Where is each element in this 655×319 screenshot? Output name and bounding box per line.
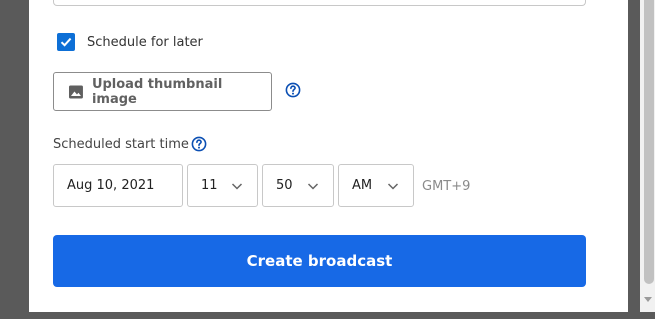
upload-thumbnail-button[interactable]: Upload thumbnail image [53,72,272,111]
scheduled-start-time-label: Scheduled start time [53,137,189,152]
am-pm-select[interactable]: AM [338,164,414,207]
minute-select[interactable]: 50 [262,164,334,207]
schedule-for-later-option[interactable]: Schedule for later [57,33,203,51]
previous-input-field[interactable] [53,0,586,6]
create-broadcast-dialog: Schedule for later Upload thumbnail imag… [29,0,655,312]
create-broadcast-label: Create broadcast [246,252,393,270]
checkmark-icon [60,37,72,47]
create-broadcast-button[interactable]: Create broadcast [53,235,586,287]
timezone-label: GMT+9 [422,179,471,194]
hour-value: 11 [201,178,218,193]
hour-select[interactable]: 11 [187,164,258,207]
scrollbar-thumb[interactable] [644,0,654,284]
thumbnail-help-icon[interactable] [285,82,301,98]
schedule-for-later-checkbox[interactable] [57,33,75,51]
start-time-help-icon[interactable] [191,136,207,152]
date-input[interactable]: Aug 10, 2021 [53,164,183,207]
date-value: Aug 10, 2021 [67,178,155,193]
am-pm-value: AM [352,178,373,193]
minute-value: 50 [276,178,293,193]
upload-thumbnail-label: Upload thumbnail image [91,76,223,107]
scroll-down-arrow-icon[interactable] [644,297,652,302]
image-icon [68,85,83,98]
chevron-down-icon [387,183,399,190]
chevron-down-icon [231,183,243,190]
scrollbar[interactable] [640,0,655,312]
schedule-for-later-label: Schedule for later [87,34,203,50]
chevron-down-icon [307,183,319,190]
